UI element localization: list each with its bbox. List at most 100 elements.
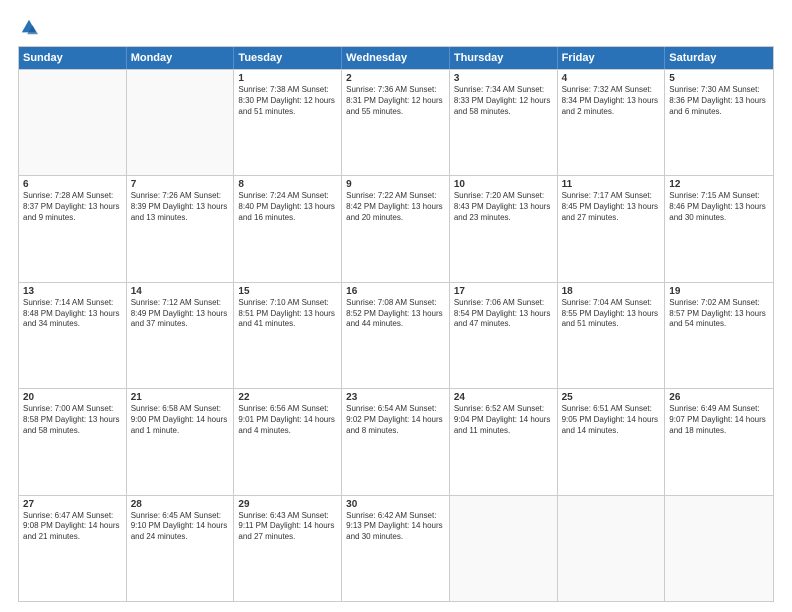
day-cell-23: 23Sunrise: 6:54 AM Sunset: 9:02 PM Dayli… — [342, 389, 450, 494]
day-number: 23 — [346, 392, 445, 403]
day-info: Sunrise: 7:15 AM Sunset: 8:46 PM Dayligh… — [669, 191, 769, 223]
day-info: Sunrise: 6:49 AM Sunset: 9:07 PM Dayligh… — [669, 404, 769, 436]
day-info: Sunrise: 6:56 AM Sunset: 9:01 PM Dayligh… — [238, 404, 337, 436]
day-cell-10: 10Sunrise: 7:20 AM Sunset: 8:43 PM Dayli… — [450, 176, 558, 281]
day-info: Sunrise: 6:47 AM Sunset: 9:08 PM Dayligh… — [23, 511, 122, 543]
logo — [18, 18, 38, 36]
day-number: 7 — [131, 179, 230, 190]
day-info: Sunrise: 7:14 AM Sunset: 8:48 PM Dayligh… — [23, 298, 122, 330]
day-cell-5: 5Sunrise: 7:30 AM Sunset: 8:36 PM Daylig… — [665, 70, 773, 175]
day-info: Sunrise: 7:24 AM Sunset: 8:40 PM Dayligh… — [238, 191, 337, 223]
day-number: 14 — [131, 286, 230, 297]
day-cell-25: 25Sunrise: 6:51 AM Sunset: 9:05 PM Dayli… — [558, 389, 666, 494]
day-cell-14: 14Sunrise: 7:12 AM Sunset: 8:49 PM Dayli… — [127, 283, 235, 388]
day-info: Sunrise: 6:45 AM Sunset: 9:10 PM Dayligh… — [131, 511, 230, 543]
day-header-wednesday: Wednesday — [342, 47, 450, 69]
day-cell-7: 7Sunrise: 7:26 AM Sunset: 8:39 PM Daylig… — [127, 176, 235, 281]
day-cell-8: 8Sunrise: 7:24 AM Sunset: 8:40 PM Daylig… — [234, 176, 342, 281]
day-number: 17 — [454, 286, 553, 297]
calendar-week-2: 6Sunrise: 7:28 AM Sunset: 8:37 PM Daylig… — [19, 175, 773, 281]
day-info: Sunrise: 6:52 AM Sunset: 9:04 PM Dayligh… — [454, 404, 553, 436]
day-cell-6: 6Sunrise: 7:28 AM Sunset: 8:37 PM Daylig… — [19, 176, 127, 281]
day-number: 12 — [669, 179, 769, 190]
day-info: Sunrise: 7:08 AM Sunset: 8:52 PM Dayligh… — [346, 298, 445, 330]
day-number: 5 — [669, 73, 769, 84]
day-cell-26: 26Sunrise: 6:49 AM Sunset: 9:07 PM Dayli… — [665, 389, 773, 494]
day-header-monday: Monday — [127, 47, 235, 69]
day-cell-11: 11Sunrise: 7:17 AM Sunset: 8:45 PM Dayli… — [558, 176, 666, 281]
day-info: Sunrise: 7:20 AM Sunset: 8:43 PM Dayligh… — [454, 191, 553, 223]
day-info: Sunrise: 7:12 AM Sunset: 8:49 PM Dayligh… — [131, 298, 230, 330]
day-cell-13: 13Sunrise: 7:14 AM Sunset: 8:48 PM Dayli… — [19, 283, 127, 388]
day-number: 1 — [238, 73, 337, 84]
day-number: 4 — [562, 73, 661, 84]
day-number: 9 — [346, 179, 445, 190]
day-cell-15: 15Sunrise: 7:10 AM Sunset: 8:51 PM Dayli… — [234, 283, 342, 388]
day-number: 20 — [23, 392, 122, 403]
day-info: Sunrise: 7:06 AM Sunset: 8:54 PM Dayligh… — [454, 298, 553, 330]
day-cell-12: 12Sunrise: 7:15 AM Sunset: 8:46 PM Dayli… — [665, 176, 773, 281]
day-cell-28: 28Sunrise: 6:45 AM Sunset: 9:10 PM Dayli… — [127, 496, 235, 601]
day-info: Sunrise: 7:32 AM Sunset: 8:34 PM Dayligh… — [562, 85, 661, 117]
calendar-header-row: SundayMondayTuesdayWednesdayThursdayFrid… — [19, 47, 773, 69]
day-number: 11 — [562, 179, 661, 190]
day-number: 22 — [238, 392, 337, 403]
day-info: Sunrise: 7:34 AM Sunset: 8:33 PM Dayligh… — [454, 85, 553, 117]
day-header-sunday: Sunday — [19, 47, 127, 69]
day-number: 13 — [23, 286, 122, 297]
day-number: 28 — [131, 499, 230, 510]
day-number: 29 — [238, 499, 337, 510]
empty-cell — [665, 496, 773, 601]
day-info: Sunrise: 7:22 AM Sunset: 8:42 PM Dayligh… — [346, 191, 445, 223]
day-number: 30 — [346, 499, 445, 510]
day-number: 21 — [131, 392, 230, 403]
day-info: Sunrise: 7:17 AM Sunset: 8:45 PM Dayligh… — [562, 191, 661, 223]
day-number: 26 — [669, 392, 769, 403]
day-info: Sunrise: 6:58 AM Sunset: 9:00 PM Dayligh… — [131, 404, 230, 436]
logo-icon — [20, 18, 38, 36]
day-info: Sunrise: 7:28 AM Sunset: 8:37 PM Dayligh… — [23, 191, 122, 223]
empty-cell — [558, 496, 666, 601]
day-header-thursday: Thursday — [450, 47, 558, 69]
empty-cell — [19, 70, 127, 175]
day-number: 6 — [23, 179, 122, 190]
day-number: 19 — [669, 286, 769, 297]
day-cell-22: 22Sunrise: 6:56 AM Sunset: 9:01 PM Dayli… — [234, 389, 342, 494]
day-info: Sunrise: 7:04 AM Sunset: 8:55 PM Dayligh… — [562, 298, 661, 330]
day-number: 10 — [454, 179, 553, 190]
day-cell-4: 4Sunrise: 7:32 AM Sunset: 8:34 PM Daylig… — [558, 70, 666, 175]
day-info: Sunrise: 6:51 AM Sunset: 9:05 PM Dayligh… — [562, 404, 661, 436]
day-cell-21: 21Sunrise: 6:58 AM Sunset: 9:00 PM Dayli… — [127, 389, 235, 494]
day-cell-16: 16Sunrise: 7:08 AM Sunset: 8:52 PM Dayli… — [342, 283, 450, 388]
day-info: Sunrise: 7:36 AM Sunset: 8:31 PM Dayligh… — [346, 85, 445, 117]
empty-cell — [450, 496, 558, 601]
day-cell-2: 2Sunrise: 7:36 AM Sunset: 8:31 PM Daylig… — [342, 70, 450, 175]
day-info: Sunrise: 7:10 AM Sunset: 8:51 PM Dayligh… — [238, 298, 337, 330]
calendar-week-1: 1Sunrise: 7:38 AM Sunset: 8:30 PM Daylig… — [19, 69, 773, 175]
day-cell-30: 30Sunrise: 6:42 AM Sunset: 9:13 PM Dayli… — [342, 496, 450, 601]
day-number: 2 — [346, 73, 445, 84]
calendar: SundayMondayTuesdayWednesdayThursdayFrid… — [18, 46, 774, 602]
day-number: 18 — [562, 286, 661, 297]
day-number: 16 — [346, 286, 445, 297]
calendar-week-4: 20Sunrise: 7:00 AM Sunset: 8:58 PM Dayli… — [19, 388, 773, 494]
day-cell-19: 19Sunrise: 7:02 AM Sunset: 8:57 PM Dayli… — [665, 283, 773, 388]
day-info: Sunrise: 6:43 AM Sunset: 9:11 PM Dayligh… — [238, 511, 337, 543]
day-info: Sunrise: 7:00 AM Sunset: 8:58 PM Dayligh… — [23, 404, 122, 436]
day-info: Sunrise: 7:26 AM Sunset: 8:39 PM Dayligh… — [131, 191, 230, 223]
day-header-saturday: Saturday — [665, 47, 773, 69]
day-cell-17: 17Sunrise: 7:06 AM Sunset: 8:54 PM Dayli… — [450, 283, 558, 388]
day-info: Sunrise: 7:38 AM Sunset: 8:30 PM Dayligh… — [238, 85, 337, 117]
day-cell-9: 9Sunrise: 7:22 AM Sunset: 8:42 PM Daylig… — [342, 176, 450, 281]
day-cell-3: 3Sunrise: 7:34 AM Sunset: 8:33 PM Daylig… — [450, 70, 558, 175]
day-number: 3 — [454, 73, 553, 84]
day-number: 15 — [238, 286, 337, 297]
day-number: 27 — [23, 499, 122, 510]
day-cell-29: 29Sunrise: 6:43 AM Sunset: 9:11 PM Dayli… — [234, 496, 342, 601]
page: SundayMondayTuesdayWednesdayThursdayFrid… — [0, 0, 792, 612]
day-number: 24 — [454, 392, 553, 403]
day-number: 8 — [238, 179, 337, 190]
day-cell-18: 18Sunrise: 7:04 AM Sunset: 8:55 PM Dayli… — [558, 283, 666, 388]
empty-cell — [127, 70, 235, 175]
calendar-week-5: 27Sunrise: 6:47 AM Sunset: 9:08 PM Dayli… — [19, 495, 773, 601]
